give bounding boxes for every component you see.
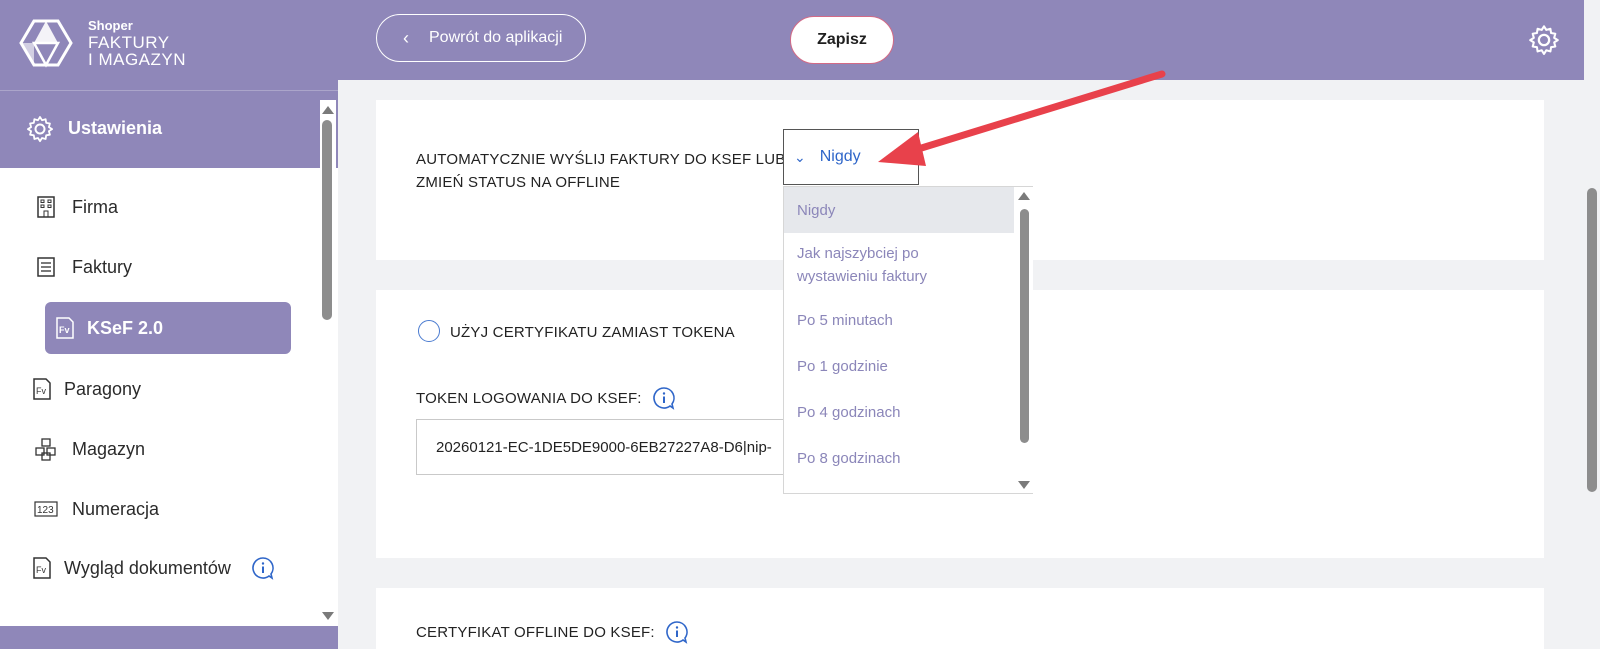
dropdown-option-label: Po 4 godzinach: [797, 403, 901, 421]
sidebar-footer: [0, 626, 338, 649]
dropdown-option-label: Po 8 godzinach: [797, 449, 901, 467]
dropdown-option[interactable]: Po 8 godzinach: [784, 435, 1014, 481]
settings-label: Ustawienia: [68, 118, 163, 138]
chevron-down-icon: ⌄: [794, 148, 806, 165]
auto-send-label-line1: AUTOMATYCZNIE WYŚLIJ FAKTURY DO KSEF LUB…: [416, 151, 790, 168]
sidebar-item-ksef[interactable]: Fv KSeF 2.0: [45, 302, 291, 354]
save-button[interactable]: Zapisz: [790, 16, 894, 64]
top-header: ‹ Powrót do aplikacji Zapisz: [338, 0, 1600, 80]
token-label: TOKEN LOGOWANIA DO KSEF:: [416, 389, 642, 407]
sidebar-item-paragony[interactable]: Fv Paragony: [30, 364, 290, 414]
offline-cert-label-row: CERTYFIKAT OFFLINE DO KSEF:: [416, 620, 689, 644]
save-button-label: Zapisz: [817, 31, 867, 48]
sidebar-item-label: KSeF 2.0: [87, 317, 164, 338]
building-icon: [37, 196, 55, 218]
sidebar-item-label: Numeracja: [72, 498, 160, 519]
scroll-up-arrow-icon[interactable]: [1018, 192, 1030, 200]
certificate-radio-label: UŻYJ CERTYFIKATU ZAMIAST TOKENA: [450, 324, 735, 341]
info-icon[interactable]: [665, 620, 689, 644]
svg-text:123: 123: [37, 505, 54, 516]
info-icon[interactable]: [652, 386, 676, 410]
auto-send-dropdown: Nigdy Jak najszybciej po wystawieniu fak…: [783, 186, 1033, 494]
svg-text:Fv: Fv: [36, 386, 46, 396]
use-certificate-radio[interactable]: [418, 320, 440, 342]
brand-title: FAKTURY I MAGAZYN: [88, 34, 186, 68]
sidebar-item-label: Magazyn: [72, 438, 146, 459]
dropdown-scrollbar-thumb[interactable]: [1020, 209, 1029, 443]
svg-text:Fv: Fv: [59, 325, 70, 335]
auto-send-label: AUTOMATYCZNIE WYŚLIJ FAKTURY DO KSEF LUB…: [416, 148, 790, 194]
brand-small-text: Shoper: [88, 18, 133, 33]
auto-send-label-line2: ZMIEŃ STATUS NA OFFLINE: [416, 174, 621, 191]
sidebar-item-magazyn[interactable]: Magazyn: [34, 424, 294, 474]
invoice-fv-icon: Fv: [33, 378, 51, 400]
dropdown-option-label: Po 5 minutach: [797, 311, 893, 329]
token-input[interactable]: 20260121-EC-1DE5DE9000-6EB27227A8-D6|nip…: [416, 419, 786, 475]
dropdown-option-label: Jak najszybciej po wystawieniu faktury: [797, 245, 928, 285]
shoper-logo-icon: [19, 19, 73, 68]
sidebar-item-label: Paragony: [64, 378, 142, 399]
dropdown-option-label: Nigdy: [797, 201, 836, 219]
sidebar: Shoper FAKTURY I MAGAZYN Ustawienia Firm…: [0, 0, 338, 649]
dropdown-option[interactable]: Po 5 minutach: [784, 297, 1014, 343]
back-to-app-button[interactable]: ‹ Powrót do aplikacji: [376, 14, 586, 62]
sidebar-item-label: Faktury: [72, 256, 133, 277]
sidebar-item-wyglad-dokumentow[interactable]: Fv Wygląd dokumentów: [30, 543, 320, 593]
dropdown-option[interactable]: Jak najszybciej po wystawieniu faktury: [784, 235, 1014, 295]
sidebar-item-label: Firma: [72, 196, 118, 217]
sidebar-item-numeracja[interactable]: 123 Numeracja: [34, 484, 294, 534]
scroll-up-arrow-icon[interactable]: [322, 106, 334, 114]
token-value: 20260121-EC-1DE5DE9000-6EB27227A8-D6|nip…: [436, 438, 772, 456]
gear-icon[interactable]: [1528, 24, 1560, 56]
dropdown-option[interactable]: Nigdy: [784, 187, 1014, 233]
select-current-value: Nigdy: [819, 148, 861, 165]
document-list-icon: [37, 257, 55, 277]
chevron-left-icon: ‹: [403, 27, 409, 48]
auto-send-select[interactable]: ⌄ Nigdy: [783, 129, 919, 185]
svg-text:Fv: Fv: [36, 565, 46, 575]
window-edge: [1584, 0, 1600, 80]
brand-line-2: I MAGAZYN: [88, 50, 187, 69]
offline-cert-card: CERTYFIKAT OFFLINE DO KSEF:: [376, 588, 1544, 649]
scroll-down-arrow-icon[interactable]: [322, 612, 334, 620]
token-label-row: TOKEN LOGOWANIA DO KSEF:: [416, 386, 676, 410]
main-scrollbar-thumb[interactable]: [1587, 188, 1597, 492]
brand-header: Shoper FAKTURY I MAGAZYN: [0, 0, 338, 90]
boxes-icon: [35, 438, 56, 461]
dropdown-option[interactable]: Po 4 godzinach: [784, 389, 1014, 435]
sidebar-item-faktury[interactable]: Faktury: [34, 242, 294, 292]
scroll-down-arrow-icon[interactable]: [1018, 481, 1030, 489]
numbers-123-icon: 123: [34, 501, 58, 517]
invoice-fv-icon: Fv: [33, 557, 51, 579]
brand-line-1: FAKTURY: [88, 33, 170, 52]
back-button-label: Powrót do aplikacji: [429, 29, 563, 46]
sidebar-scrollbar-thumb[interactable]: [322, 120, 332, 320]
invoice-fv-icon: Fv: [56, 317, 74, 339]
info-icon[interactable]: [251, 556, 275, 580]
dropdown-option[interactable]: Po 1 godzinie: [784, 343, 1014, 389]
settings-section-header[interactable]: Ustawienia: [0, 90, 338, 168]
dropdown-option-label: Po 1 godzinie: [797, 357, 888, 375]
sidebar-item-firma[interactable]: Firma: [34, 182, 294, 232]
gear-icon: [27, 116, 53, 143]
sidebar-item-label: Wygląd dokumentów: [64, 557, 231, 578]
offline-cert-label: CERTYFIKAT OFFLINE DO KSEF:: [416, 623, 655, 641]
